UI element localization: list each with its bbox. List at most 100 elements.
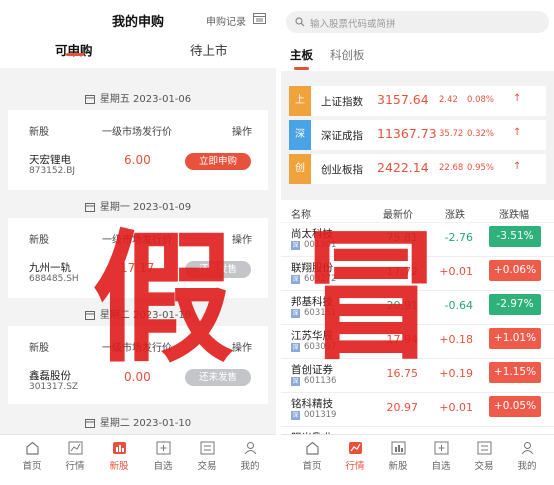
index-value: 11367.73 xyxy=(377,126,437,141)
index-card-chinext[interactable]: 创 创业板指 2422.14 22.68 0.95% ↑ xyxy=(289,154,546,184)
issue-price: 6.00 xyxy=(124,153,151,167)
up-arrow-icon: ↑ xyxy=(513,161,522,172)
calendar-icon[interactable] xyxy=(253,12,266,24)
col-action: 操作 xyxy=(232,343,252,354)
stock-code: 688485.SH xyxy=(29,274,79,284)
tab-market[interactable]: 行情 xyxy=(55,441,95,472)
up-arrow-icon: ↑ xyxy=(513,93,522,104)
market-tag-icon: 深 xyxy=(291,377,300,386)
stock-name: 天宏锂电 xyxy=(29,154,71,166)
stock-name: 九州一轨 xyxy=(29,262,71,274)
tab-home[interactable]: 首页 xyxy=(12,441,52,472)
price-change: +0.01 xyxy=(439,401,473,414)
date-label: 星期五 2023-01-06 xyxy=(99,94,192,105)
col-percent: 涨跌幅 xyxy=(499,210,529,221)
stock-code: 873152.BJ xyxy=(29,166,76,176)
col-action: 操作 xyxy=(232,127,252,138)
tab-main-board[interactable]: 主板 xyxy=(290,47,313,63)
tab-market[interactable]: 行情 xyxy=(335,441,375,472)
index-change: 22.68 xyxy=(439,163,464,173)
tab-label: 自选 xyxy=(153,461,173,472)
date-header: 星期一 2023-01-09 xyxy=(0,198,276,213)
tab-star-market[interactable]: 科创板 xyxy=(330,47,365,63)
index-name: 深证成指 xyxy=(321,130,363,142)
market-tag-icon: 深 xyxy=(291,241,300,250)
percent-change-badge: -2.97% xyxy=(489,294,541,315)
tab-ipo[interactable]: 新股 xyxy=(99,441,139,472)
plus-icon xyxy=(434,441,448,455)
col-issue-price: 一级市场发行价 xyxy=(102,127,172,138)
ipo-tabs: 可申购 待上市 xyxy=(0,36,276,68)
calendar-icon xyxy=(84,203,95,212)
plus-icon xyxy=(156,441,170,455)
percent-change-badge: +0.05% xyxy=(489,396,541,417)
subscribe-button[interactable]: 立即申购 xyxy=(185,153,251,170)
tab-watchlist[interactable]: 自选 xyxy=(143,441,183,472)
counterfeit-watermark-right: 冒 xyxy=(300,214,442,380)
ipo-card: 新股 一级市场发行价 操作 天宏锂电 873152.BJ 6.00 立即申购 xyxy=(8,110,268,190)
chart-icon xyxy=(68,441,82,455)
tab-profile[interactable]: 我的 xyxy=(230,441,270,472)
market-tag-icon: 深 xyxy=(291,275,300,284)
date-header: 星期五 2023-01-06 xyxy=(0,90,276,105)
up-arrow-icon: ↑ xyxy=(513,127,522,138)
tab-pending-listing[interactable]: 待上市 xyxy=(190,40,228,59)
stock-name: 铭科精技 xyxy=(291,398,333,410)
tab-label: 新股 xyxy=(388,461,408,472)
percent-change-badge: +0.06% xyxy=(489,260,541,281)
bottom-tab-bar: 首页 行情 新股 自选 交易 我的 xyxy=(0,434,276,485)
tab-ipo[interactable]: 新股 xyxy=(378,441,418,472)
index-card-shanghai[interactable]: 上 上证指数 3157.64 2.42 0.08% ↑ xyxy=(289,86,546,116)
calendar-icon xyxy=(84,419,95,428)
board-tabs: 主板 科创板 xyxy=(281,43,554,71)
index-value: 3157.64 xyxy=(377,92,429,107)
col-new: 新股 xyxy=(29,235,49,246)
index-card-shenzhen[interactable]: 深 深证成指 11367.73 35.72 0.32% ↑ xyxy=(289,120,546,150)
col-change: 涨跌 xyxy=(445,210,465,221)
index-badge: 创 xyxy=(289,154,311,184)
index-percent: 0.32% xyxy=(467,129,495,139)
quote-row[interactable]: 铭科精技深 001319 20.97 +0.01 +0.05% xyxy=(281,393,554,427)
tab-label: 交易 xyxy=(474,461,494,472)
date-header: 星期二 2023-01-10 xyxy=(0,414,276,429)
counterfeit-watermark-left: 假 xyxy=(92,216,234,382)
home-icon xyxy=(305,441,319,455)
tab-label: 我的 xyxy=(240,461,260,472)
subscription-record-link[interactable]: 申购记录 xyxy=(206,13,246,28)
tab-home[interactable]: 首页 xyxy=(292,441,332,472)
tab-subscribable[interactable]: 可申购 xyxy=(55,40,93,59)
index-badge: 上 xyxy=(289,86,311,116)
stock-code: 301317.SZ xyxy=(29,382,79,392)
tab-label: 自选 xyxy=(431,461,451,472)
market-tag-icon: 深 xyxy=(291,309,300,318)
ipo-icon xyxy=(112,442,126,454)
calendar-icon xyxy=(84,95,95,104)
tab-label: 首页 xyxy=(22,461,42,472)
index-badge: 深 xyxy=(289,120,311,150)
tab-underline xyxy=(66,53,84,56)
market-tag-icon: 深 xyxy=(291,411,300,420)
last-price: 20.97 xyxy=(386,401,419,414)
col-new: 新股 xyxy=(29,127,49,138)
tab-underline xyxy=(294,67,309,70)
col-new: 新股 xyxy=(29,343,49,354)
search-input[interactable]: 输入股票代码或简拼 xyxy=(286,11,549,33)
tab-trade[interactable]: 交易 xyxy=(187,441,227,472)
trade-icon xyxy=(200,441,214,455)
trade-icon xyxy=(477,441,491,455)
tab-watchlist[interactable]: 自选 xyxy=(421,441,461,472)
tab-label: 我的 xyxy=(517,461,537,472)
tab-label: 新股 xyxy=(109,461,129,472)
tab-label: 行情 xyxy=(65,461,85,472)
tab-profile[interactable]: 我的 xyxy=(507,441,547,472)
market-tag-icon: 深 xyxy=(291,343,300,352)
index-name: 上证指数 xyxy=(321,96,363,108)
date-label: 星期二 2023-01-10 xyxy=(99,418,192,429)
user-icon xyxy=(244,442,256,455)
index-change: 35.72 xyxy=(439,129,464,139)
index-change: 2.42 xyxy=(439,95,458,105)
search-placeholder: 输入股票代码或简拼 xyxy=(310,19,396,30)
search-icon xyxy=(295,17,305,27)
tab-trade[interactable]: 交易 xyxy=(464,441,504,472)
tab-label: 交易 xyxy=(197,461,217,472)
